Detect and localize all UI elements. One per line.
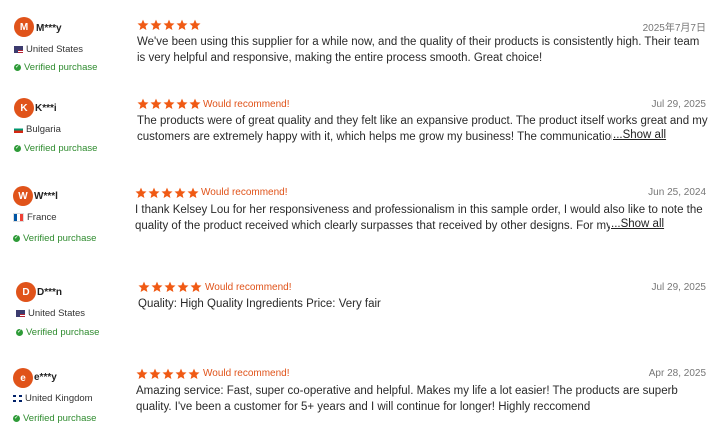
avatar: M [14,17,34,37]
star-icon [189,98,201,109]
review-date: Jun 25, 2024 [648,187,706,198]
show-all-link[interactable]: ...Show all [612,129,667,141]
reviewer-name: K***i [35,103,57,114]
star-icon [177,281,189,292]
star-rating [137,98,201,110]
star-icon [148,187,160,198]
review-text: We've been using this supplier for a whi… [137,36,700,64]
review-text-line: Amazing service: Fast, super co-operativ… [136,385,678,397]
review-text-line: The products were of great quality and t… [137,115,708,127]
france-flag-icon [13,213,24,222]
reviewer-country: United States [14,44,83,55]
uk-flag-icon [13,395,22,402]
star-icon [163,98,175,109]
star-icon [176,19,188,30]
avatar: e [13,368,33,388]
star-icon [149,368,161,379]
check-icon: ✓ [16,329,23,336]
bulgaria-flag-icon [14,126,23,133]
check-icon: ✓ [14,64,21,71]
check-icon: ✓ [14,145,21,152]
star-rating [138,281,202,293]
star-icon [187,187,199,198]
star-icon [162,368,174,379]
verified-purchase-badge: ✓ Verified purchase [13,413,97,424]
avatar: W [13,186,33,206]
us-flag-icon [14,46,23,53]
star-icon [188,368,200,379]
star-icon [136,368,148,379]
would-recommend-label: Would recommend! [203,99,290,110]
review-text-line: quality. I've been a customer for 5+ yea… [136,401,591,413]
review-date: Apr 28, 2025 [648,368,706,379]
review-item: D D***n United States ✓ Verified purchas… [0,275,725,360]
star-icon [135,187,147,198]
reviewer-name: M***y [36,23,62,34]
star-icon [150,19,162,30]
reviewer-name: W***l [34,191,58,202]
check-icon: ✓ [13,415,20,422]
star-icon [189,19,201,30]
verified-purchase-badge: ✓ Verified purchase [14,62,98,73]
us-flag-icon [16,310,25,317]
star-icon [137,98,149,109]
review-date: Jul 29, 2025 [651,99,707,110]
reviewer-country: France [13,212,57,223]
check-icon: ✓ [13,235,20,242]
review-item: K K***i Bulgaria ✓ Verified purchase Wou… [0,85,725,175]
avatar: K [14,98,34,118]
reviewer-name: D***n [37,287,63,298]
review-text: Quality: High Quality Ingredients Price:… [138,298,381,310]
reviewer-country: United Kingdom [13,393,93,404]
star-icon [151,281,163,292]
star-icon [164,281,176,292]
avatar: D [16,282,36,302]
would-recommend-label: Would recommend! [201,187,288,198]
verified-purchase-badge: ✓ Verified purchase [16,327,100,338]
would-recommend-label: Would recommend! [203,368,290,379]
star-icon [176,98,188,109]
star-rating [136,368,200,380]
review-item: M M***y United States ✓ Verified purchas… [0,0,725,85]
reviewer-country: Bulgaria [14,124,61,135]
star-icon [163,19,175,30]
reviewer-country: United States [16,308,85,319]
star-icon [161,187,173,198]
verified-purchase-badge: ✓ Verified purchase [14,143,98,154]
review-date: Jul 29, 2025 [651,282,707,293]
star-rating [135,187,199,199]
review-text-line: quality of the product received which cl… [135,220,611,232]
star-icon [190,281,202,292]
review-text-line: customers are extremely happy with it, w… [137,131,613,143]
review-text-line: I thank Kelsey Lou for her responsivenes… [135,204,703,216]
review-date: 2025年7月7日 [642,23,706,34]
star-icon [138,281,150,292]
review-item: W W***l France ✓ Verified purchase Would… [0,175,725,275]
star-icon [150,98,162,109]
star-icon [175,368,187,379]
verified-purchase-badge: ✓ Verified purchase [13,233,97,244]
reviewer-name: e***y [34,372,57,383]
star-icon [174,187,186,198]
star-rating [137,19,201,31]
show-all-link[interactable]: ...Show all [610,218,665,230]
would-recommend-label: Would recommend! [205,282,292,293]
review-item: e e***y United Kingdom ✓ Verified purcha… [0,360,725,440]
review-text: Amazing service: Fast, super co-operativ… [136,383,710,415]
star-icon [137,19,149,30]
